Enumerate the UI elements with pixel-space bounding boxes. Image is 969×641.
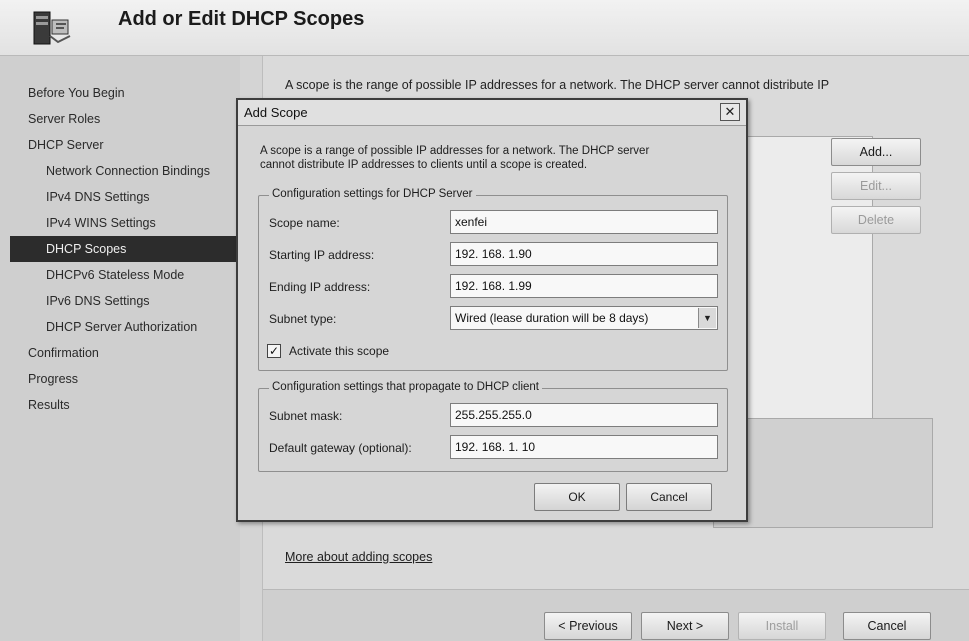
sidebar-item-dhcp-scopes[interactable]: DHCP Scopes xyxy=(10,236,240,262)
activate-scope-checkbox[interactable]: ✓ xyxy=(267,344,281,358)
starting-ip-input[interactable]: 192. 168. 1.90 xyxy=(450,242,718,266)
subnet-type-select[interactable]: Wired (lease duration will be 8 days) ▼ xyxy=(450,306,718,330)
dialog-description-line-2: cannot distribute IP addresses to client… xyxy=(260,159,588,171)
wizard-footer: < Previous Next > Install Cancel xyxy=(263,589,969,641)
sidebar-item-before-you-begin[interactable]: Before You Begin xyxy=(0,80,240,106)
wizard-steps-sidebar: Before You Begin Server Roles DHCP Serve… xyxy=(0,56,240,641)
subnet-mask-label: Subnet mask: xyxy=(269,409,343,423)
subnet-mask-input[interactable]: 255.255.255.0 xyxy=(450,403,718,427)
subnet-type-value: Wired (lease duration will be 8 days) xyxy=(455,311,649,325)
sidebar-item-server-roles[interactable]: Server Roles xyxy=(0,106,240,132)
next-button[interactable]: Next > xyxy=(641,612,729,640)
sidebar-item-dhcpv6-stateless-mode[interactable]: DHCPv6 Stateless Mode xyxy=(0,262,240,288)
add-scope-button[interactable]: Add... xyxy=(831,138,921,166)
delete-scope-button[interactable]: Delete xyxy=(831,206,921,234)
activate-scope-label: Activate this scope xyxy=(289,344,390,358)
close-icon[interactable]: ✕ xyxy=(720,103,740,121)
page-title: Add or Edit DHCP Scopes xyxy=(118,8,365,30)
chevron-down-icon[interactable]: ▼ xyxy=(698,308,716,328)
sidebar-item-results[interactable]: Results xyxy=(0,392,240,418)
cancel-button[interactable]: Cancel xyxy=(843,612,931,640)
dialog-title: Add Scope xyxy=(244,105,308,120)
default-gateway-label: Default gateway (optional): xyxy=(269,441,412,455)
previous-button[interactable]: < Previous xyxy=(544,612,632,640)
server-settings-legend: Configuration settings for DHCP Server xyxy=(269,188,476,200)
add-scope-dialog: Add Scope ✕ A scope is a range of possib… xyxy=(236,98,748,522)
server-settings-group: Configuration settings for DHCP Server S… xyxy=(258,188,728,371)
default-gateway-input[interactable]: 192. 168. 1. 10 xyxy=(450,435,718,459)
sidebar-item-dhcp-server[interactable]: DHCP Server xyxy=(0,132,240,158)
client-settings-legend: Configuration settings that propagate to… xyxy=(269,381,542,393)
client-settings-group: Configuration settings that propagate to… xyxy=(258,381,728,472)
scope-name-input[interactable]: xenfei xyxy=(450,210,718,234)
sidebar-item-dhcp-server-authorization[interactable]: DHCP Server Authorization xyxy=(0,314,240,340)
sidebar-item-confirmation[interactable]: Confirmation xyxy=(0,340,240,366)
dialog-description-line-1: A scope is a range of possible IP addres… xyxy=(260,145,650,157)
ending-ip-label: Ending IP address: xyxy=(269,280,371,294)
starting-ip-label: Starting IP address: xyxy=(269,248,375,262)
install-button[interactable]: Install xyxy=(738,612,826,640)
edit-scope-button[interactable]: Edit... xyxy=(831,172,921,200)
scope-name-label: Scope name: xyxy=(269,216,340,230)
intro-text: A scope is the range of possible IP addr… xyxy=(285,78,830,92)
sidebar-item-ipv4-dns-settings[interactable]: IPv4 DNS Settings xyxy=(0,184,240,210)
dialog-description: A scope is a range of possible IP addres… xyxy=(260,144,730,172)
ending-ip-input[interactable]: 192. 168. 1.99 xyxy=(450,274,718,298)
ok-button[interactable]: OK xyxy=(534,483,620,511)
sidebar-item-network-connection-bindings[interactable]: Network Connection Bindings xyxy=(0,158,240,184)
sidebar-item-ipv4-wins-settings[interactable]: IPv4 WINS Settings xyxy=(0,210,240,236)
dhcp-server-icon xyxy=(33,11,71,45)
subnet-type-label: Subnet type: xyxy=(269,312,337,326)
sidebar-item-ipv6-dns-settings[interactable]: IPv6 DNS Settings xyxy=(0,288,240,314)
dialog-cancel-button[interactable]: Cancel xyxy=(626,483,712,511)
more-about-scopes-link[interactable]: More about adding scopes xyxy=(285,550,432,564)
wizard-header: Add or Edit DHCP Scopes xyxy=(0,0,969,56)
dialog-titlebar: Add Scope ✕ xyxy=(238,100,746,126)
sidebar-item-progress[interactable]: Progress xyxy=(0,366,240,392)
